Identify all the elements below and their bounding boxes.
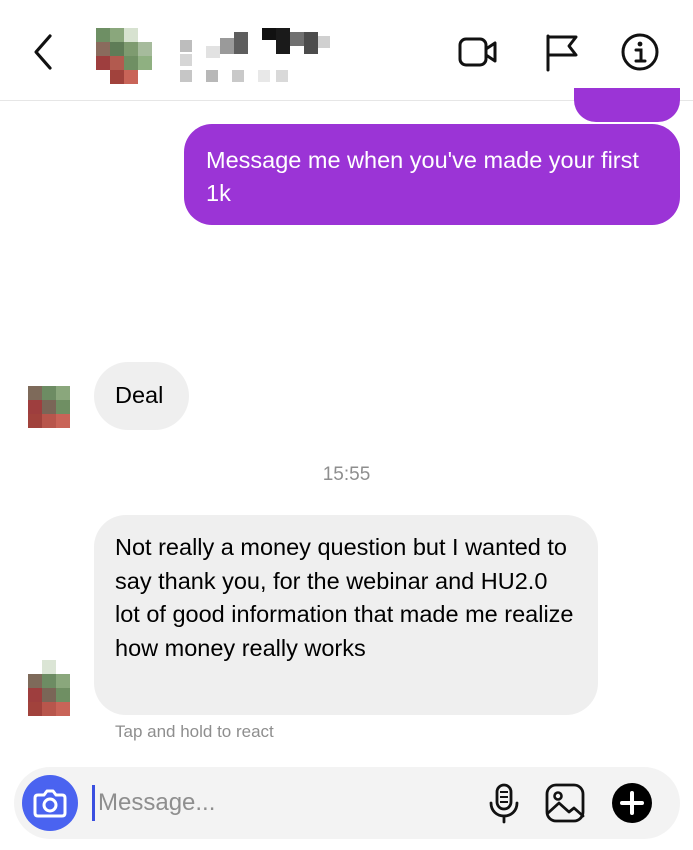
plus-icon[interactable] xyxy=(610,781,654,825)
microphone-icon[interactable] xyxy=(482,781,526,825)
react-hint: Tap and hold to react xyxy=(115,722,274,741)
chat-header xyxy=(0,0,693,101)
outgoing-message-text: Message me when you've made your first 1… xyxy=(206,147,639,206)
avatar[interactable] xyxy=(28,386,70,428)
avatar[interactable] xyxy=(28,660,70,716)
message-input[interactable] xyxy=(92,785,478,821)
flag-icon[interactable] xyxy=(542,32,582,72)
back-icon[interactable] xyxy=(28,32,58,72)
incoming-message-bubble[interactable]: Not really a money question but I wanted… xyxy=(94,515,598,715)
incoming-message-text: Not really a money question but I wanted… xyxy=(115,534,574,661)
previous-outgoing-message-bubble[interactable] xyxy=(574,88,680,122)
camera-button[interactable] xyxy=(22,775,78,831)
info-icon[interactable] xyxy=(620,32,660,72)
incoming-message-text: Deal xyxy=(115,382,164,408)
image-icon[interactable] xyxy=(543,781,587,825)
contact-name-redacted xyxy=(180,28,330,82)
incoming-message-bubble[interactable]: Deal xyxy=(94,362,189,430)
video-call-icon[interactable] xyxy=(458,32,498,72)
message-composer xyxy=(14,767,680,839)
message-timestamp: 15:55 xyxy=(322,464,371,485)
camera-icon xyxy=(33,789,67,818)
outgoing-message-bubble[interactable]: Message me when you've made your first 1… xyxy=(184,124,680,225)
avatar[interactable] xyxy=(96,28,152,84)
flexed-biceps-emoji[interactable] xyxy=(594,256,674,342)
